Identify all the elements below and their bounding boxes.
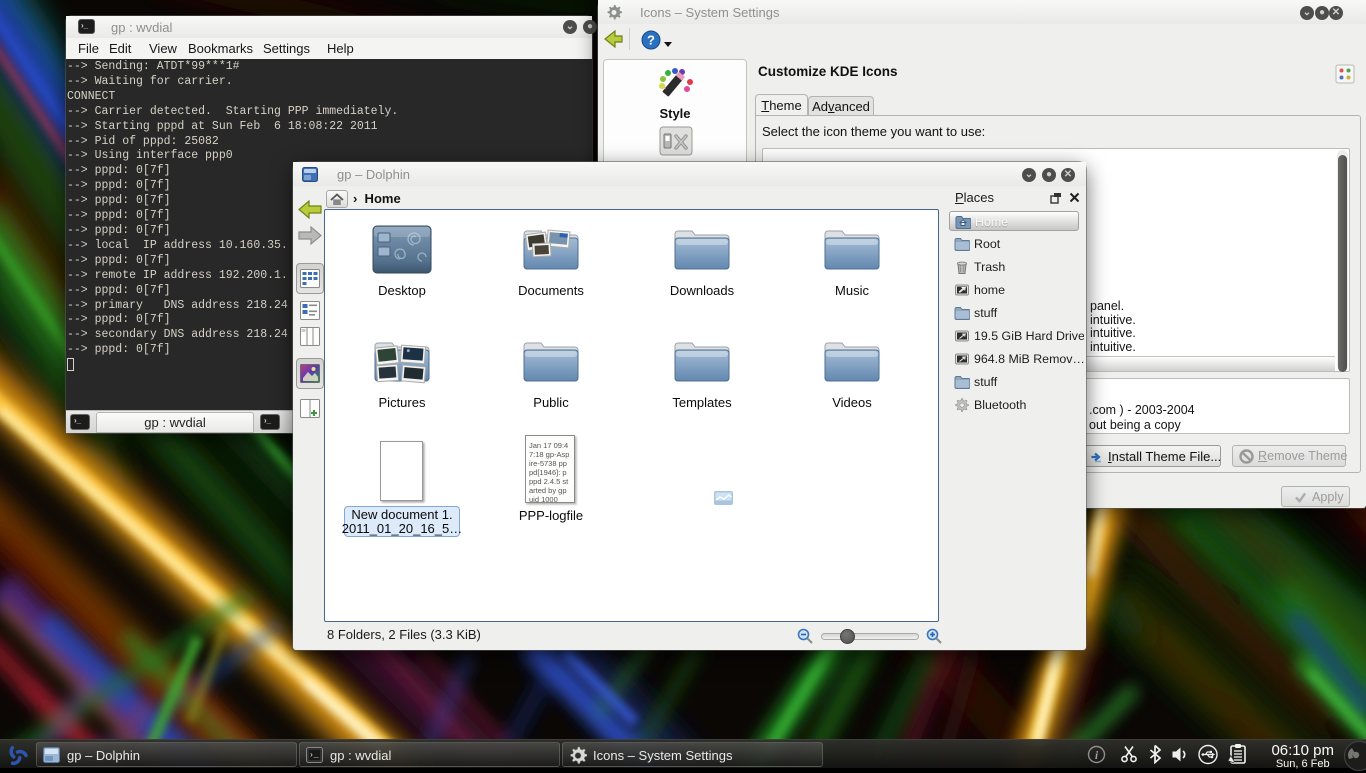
svg-text:?: ? [647,33,655,48]
svg-text:›_: ›_ [309,751,319,760]
svg-text:i: i [1095,748,1099,762]
